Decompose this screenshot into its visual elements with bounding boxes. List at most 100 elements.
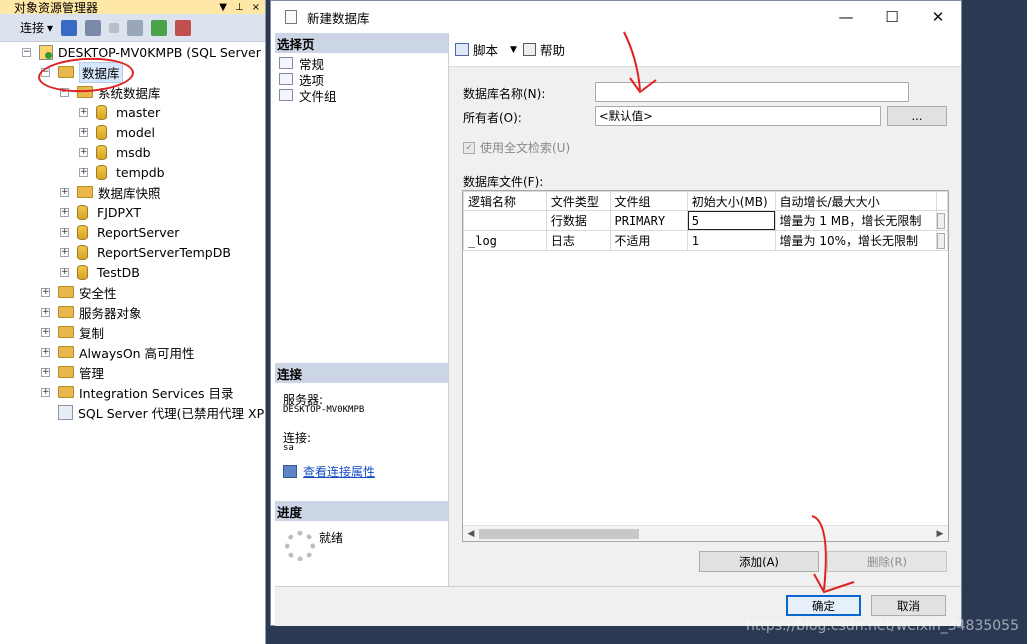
expand-icon[interactable]: + xyxy=(41,327,50,337)
filter-icon[interactable] xyxy=(127,19,144,36)
close-button[interactable]: ✕ xyxy=(915,1,961,33)
help-button[interactable]: 帮助 xyxy=(522,40,565,59)
panel-dropdown-icon[interactable]: ▼ xyxy=(219,2,227,13)
server-icon xyxy=(39,44,53,60)
collapse-icon[interactable]: − xyxy=(22,47,31,57)
expand-icon[interactable]: + xyxy=(79,147,88,157)
script-dropdown-icon[interactable]: ▼ xyxy=(510,45,517,55)
tree-node-replication[interactable]: + 复制 xyxy=(41,322,104,342)
maximize-button[interactable]: ☐ xyxy=(869,1,915,33)
column-header[interactable]: 文件类型 xyxy=(545,191,611,211)
tree-node-fjdpxt[interactable]: + FJDPXT xyxy=(60,202,141,222)
connect-object-icon[interactable] xyxy=(61,19,78,36)
activity-monitor-icon[interactable] xyxy=(175,19,192,36)
folder-icon xyxy=(58,306,74,318)
expand-icon[interactable]: + xyxy=(60,247,69,257)
grid-header-row: 逻辑名称 文件类型 文件组 初始大小(MB) 自动增长/最大大小 xyxy=(463,191,948,211)
ok-button[interactable]: 确定 xyxy=(786,595,861,616)
autogrowth-edit-button[interactable] xyxy=(936,230,948,251)
column-header[interactable]: 初始大小(MB) xyxy=(686,191,776,211)
expand-icon[interactable]: + xyxy=(60,187,69,197)
expand-icon[interactable]: + xyxy=(60,207,69,217)
expand-icon[interactable]: + xyxy=(79,167,88,177)
expand-icon[interactable]: + xyxy=(60,267,69,277)
column-header[interactable]: 逻辑名称 xyxy=(463,191,547,211)
logical-name-cell[interactable]: _log xyxy=(463,230,547,251)
connect-button[interactable]: 连接 ▾ xyxy=(20,19,53,36)
horizontal-scrollbar[interactable]: ◀ ▶ xyxy=(463,525,948,541)
db-files-grid[interactable]: 逻辑名称 文件类型 文件组 初始大小(MB) 自动增长/最大大小 行数据 PRI… xyxy=(462,190,949,542)
minimize-button[interactable]: — xyxy=(823,1,869,33)
scroll-left-icon[interactable]: ◀ xyxy=(463,526,479,541)
refresh-icon[interactable] xyxy=(151,19,168,36)
chevron-down-icon: ▾ xyxy=(47,20,54,35)
connection-properties-icon xyxy=(283,465,297,478)
tree-node-tempdb[interactable]: + tempdb xyxy=(79,162,165,182)
new-database-dialog: 新建数据库 — ☐ ✕ 选择页 常规 选项 文件组 连接 服务器: DESKTO… xyxy=(270,0,962,626)
tree-node-msdb[interactable]: + msdb xyxy=(79,142,151,162)
tree-node-snapshots[interactable]: + 数据库快照 xyxy=(60,182,161,202)
tree-node-server[interactable]: − DESKTOP-MV0KMPB (SQL Server 1 xyxy=(22,42,265,62)
column-header[interactable]: 文件组 xyxy=(609,191,688,211)
expand-icon[interactable]: + xyxy=(41,307,50,317)
view-connection-properties-link[interactable]: 查看连接属性 xyxy=(283,463,375,480)
remove-button[interactable]: 删除(R) xyxy=(827,551,947,572)
expand-icon[interactable]: + xyxy=(41,387,50,397)
file-type-cell[interactable]: 日志 xyxy=(545,230,611,251)
column-header-spacer xyxy=(936,191,948,211)
tree-node-testdb[interactable]: + TestDB xyxy=(60,262,140,282)
column-header[interactable]: 自动增长/最大大小 xyxy=(774,191,938,211)
scrollbar-thumb[interactable] xyxy=(479,529,639,539)
database-label: FJDPXT xyxy=(97,204,142,220)
logical-name-cell[interactable] xyxy=(463,210,547,231)
tree-node-alwayson[interactable]: + AlwaysOn 高可用性 xyxy=(41,342,195,362)
owner-input[interactable]: <默认值> xyxy=(595,106,881,126)
object-explorer-title-bar: 对象资源管理器 ▼ ⊥ × xyxy=(0,0,265,15)
expand-icon[interactable]: + xyxy=(79,107,88,117)
scroll-right-icon[interactable]: ▶ xyxy=(932,526,948,541)
tree-node-security[interactable]: + 安全性 xyxy=(41,282,117,302)
add-button[interactable]: 添加(A) xyxy=(699,551,819,572)
cancel-button[interactable]: 取消 xyxy=(871,595,946,616)
panel-close-icon[interactable]: × xyxy=(252,2,260,13)
tree-node-master[interactable]: + master xyxy=(79,102,160,122)
pin-icon[interactable]: ⊥ xyxy=(235,2,244,13)
tree-node-reportservertempdb[interactable]: + ReportServerTempDB xyxy=(60,242,231,262)
table-row[interactable]: _log 日志 不适用 1 增量为 10%，增长无限制 xyxy=(463,230,948,251)
initial-size-cell[interactable]: 1 xyxy=(686,230,776,251)
tree-node-sql-agent[interactable]: SQL Server 代理(已禁用代理 XP) xyxy=(58,402,266,422)
disconnect-icon[interactable] xyxy=(85,19,102,36)
tree-node-integration-services[interactable]: + Integration Services 目录 xyxy=(41,382,234,402)
select-page-header: 选择页 xyxy=(275,33,448,53)
tree-node-reportserver[interactable]: + ReportServer xyxy=(60,222,179,242)
owner-label: 所有者(O): xyxy=(463,111,522,125)
expand-icon[interactable]: + xyxy=(41,367,50,377)
expand-icon[interactable]: + xyxy=(60,227,69,237)
node-label: 管理 xyxy=(79,365,105,381)
stop-icon[interactable] xyxy=(109,22,120,33)
autogrowth-edit-button[interactable] xyxy=(936,210,948,231)
filegroup-cell[interactable]: PRIMARY xyxy=(609,210,688,231)
autogrowth-cell[interactable]: 增量为 1 MB，增长无限制 xyxy=(774,210,938,231)
page-filegroups[interactable]: 文件组 xyxy=(279,87,337,104)
dialog-left-pane: 选择页 常规 选项 文件组 连接 服务器: DESKTOP-MV0KMPB 连接… xyxy=(275,33,449,586)
db-name-input[interactable] xyxy=(595,82,909,102)
file-type-cell[interactable]: 行数据 xyxy=(545,210,611,231)
tree-node-model[interactable]: + model xyxy=(79,122,155,142)
filegroup-cell[interactable]: 不适用 xyxy=(609,230,688,251)
tree-node-management[interactable]: + 管理 xyxy=(41,362,104,382)
expand-icon[interactable]: + xyxy=(41,287,50,297)
expand-icon[interactable]: + xyxy=(79,127,88,137)
expand-icon[interactable]: + xyxy=(41,347,50,357)
watermark: https://blog.csdn.net/weixin_34835055 xyxy=(745,618,1019,634)
owner-browse-button[interactable]: ... xyxy=(887,106,947,126)
script-button[interactable]: 脚本 xyxy=(455,40,498,59)
database-icon xyxy=(77,204,88,220)
agent-label: SQL Server 代理(已禁用代理 XP) xyxy=(78,405,266,421)
autogrowth-cell[interactable]: 增量为 10%，增长无限制 xyxy=(774,230,938,251)
tree-node-server-objects[interactable]: + 服务器对象 xyxy=(41,302,142,322)
fulltext-checkbox[interactable]: ✓ 使用全文检索(U) xyxy=(463,139,570,156)
initial-size-cell[interactable]: 5 xyxy=(686,210,776,231)
database-icon xyxy=(96,144,107,160)
table-row[interactable]: 行数据 PRIMARY 5 增量为 1 MB，增长无限制 xyxy=(463,210,948,231)
